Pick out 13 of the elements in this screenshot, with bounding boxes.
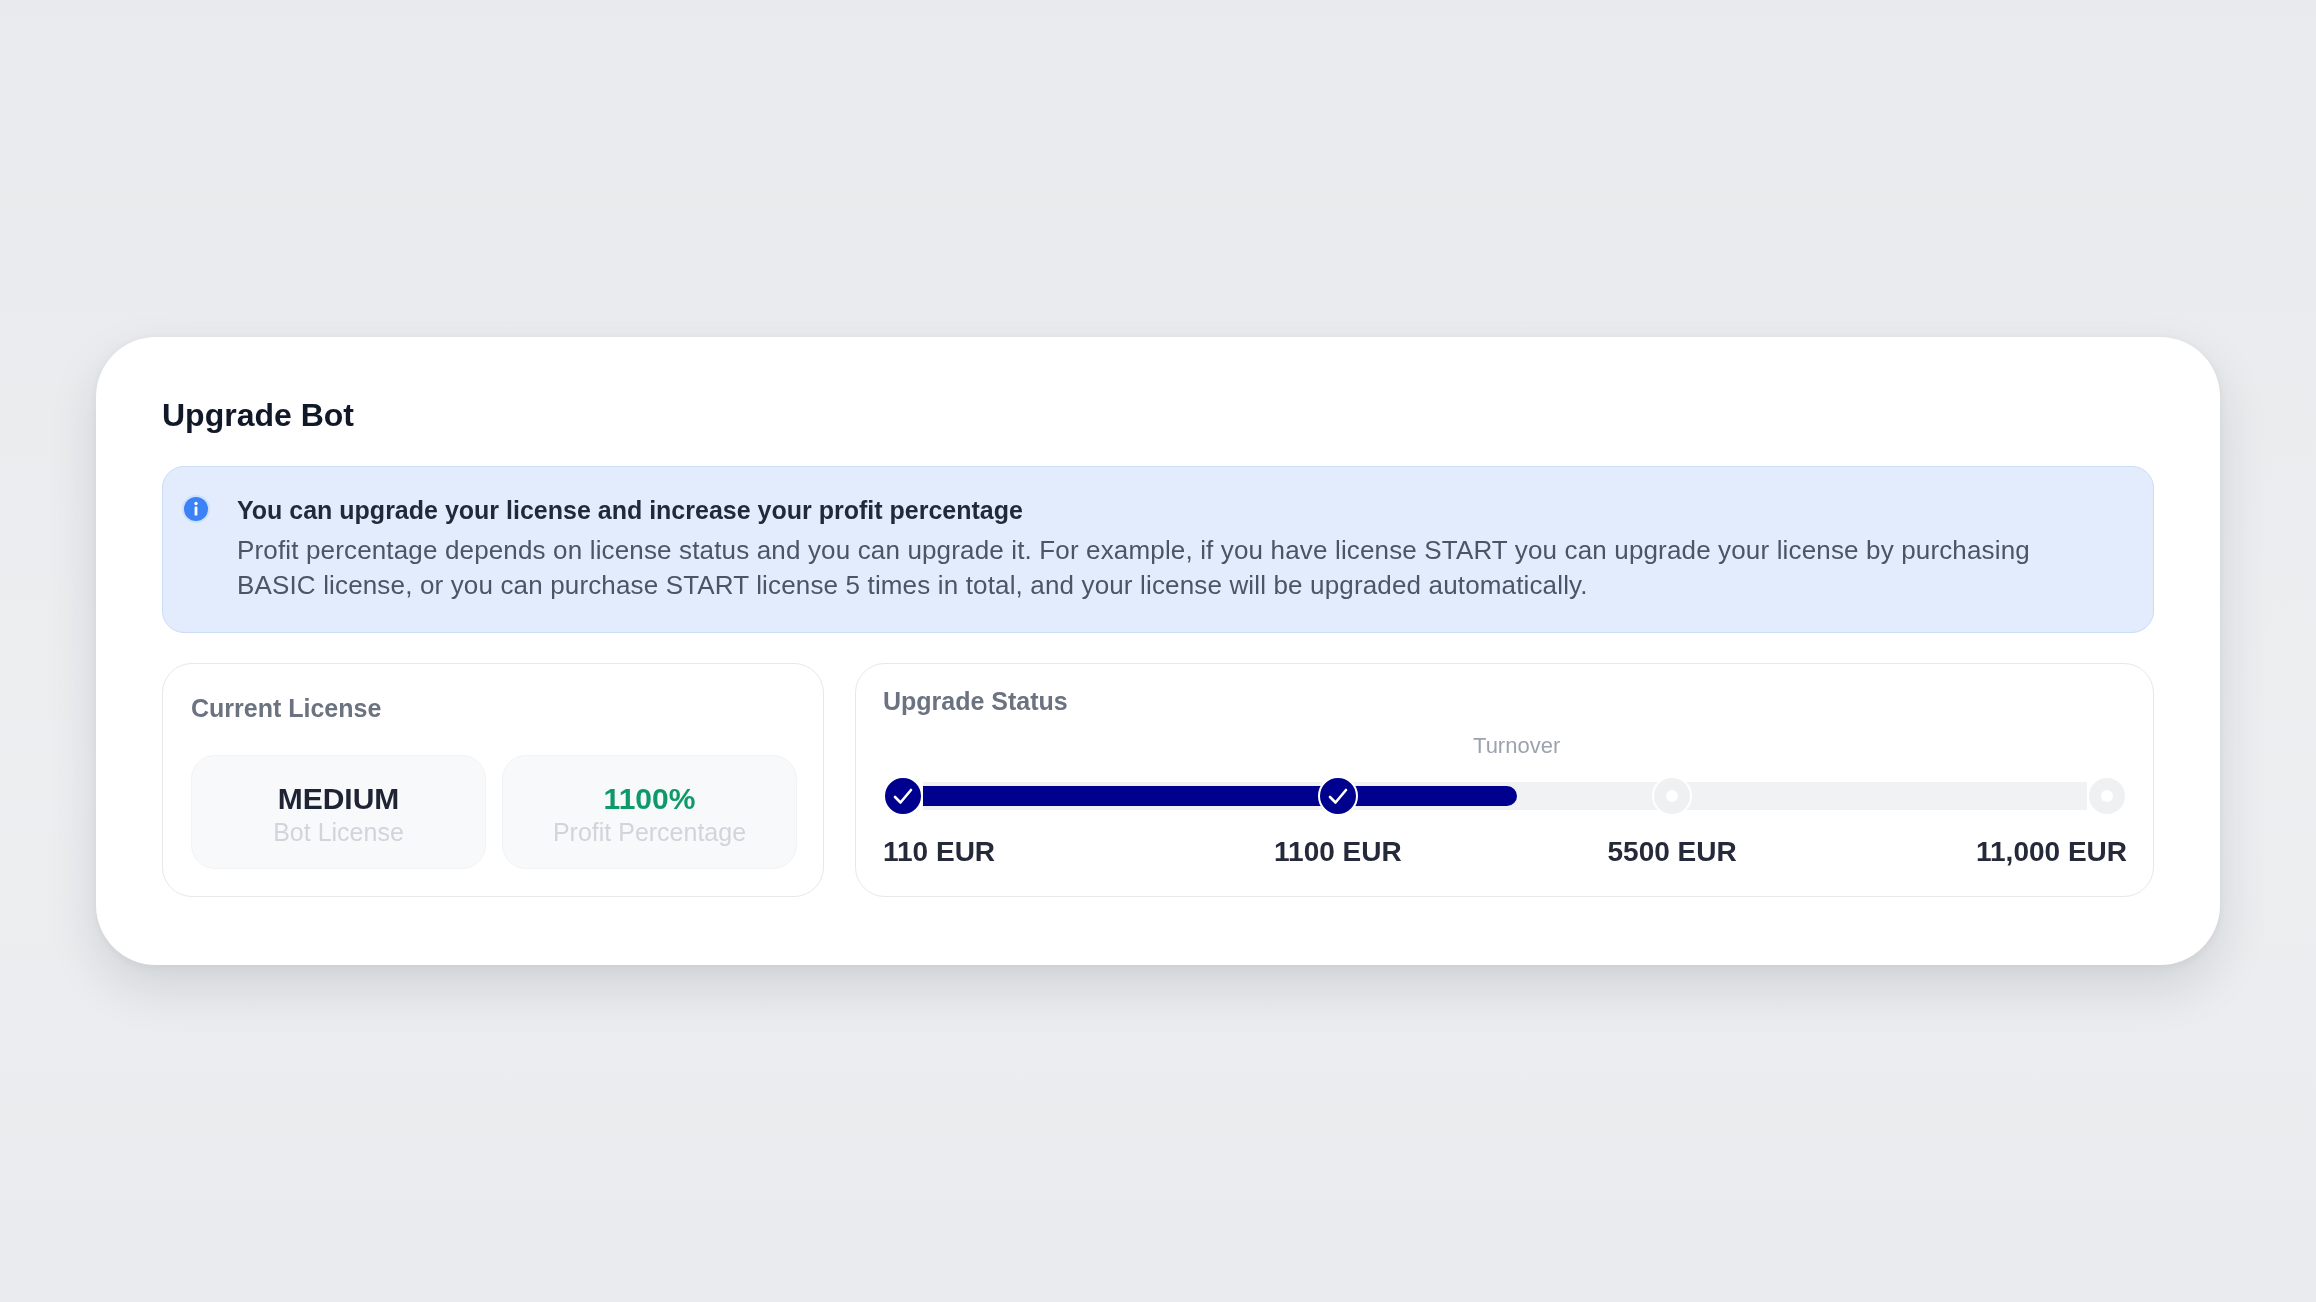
- info-text: Profit percentage depends on license status and you can upgrade it. For example, if you have license START you can upgrade your license by purchasing BASIC license, or you can purchase START license 5 times in total, and your license will be upgraded automatically.: [237, 534, 2031, 602]
- tile-value: MEDIUM: [277, 781, 400, 817]
- card-title: Upgrade Bot: [162, 396, 355, 435]
- milestone-label: 5500 EUR: [1607, 835, 1737, 869]
- milestone-label: 1100 EUR: [1274, 835, 1402, 869]
- panel-title: Current License: [191, 693, 383, 724]
- panel-title: Upgrade Status: [883, 686, 1069, 717]
- milestone-label: 110 EUR: [883, 835, 996, 869]
- milestone-label: 11,000 EUR: [1976, 835, 2127, 869]
- info-icon: [181, 494, 211, 524]
- info-heading: You can upgrade your license and increase your profit percentage: [237, 495, 1024, 526]
- turnover-label: Turnover: [1473, 732, 1561, 760]
- tile-value: 1100%: [603, 781, 696, 817]
